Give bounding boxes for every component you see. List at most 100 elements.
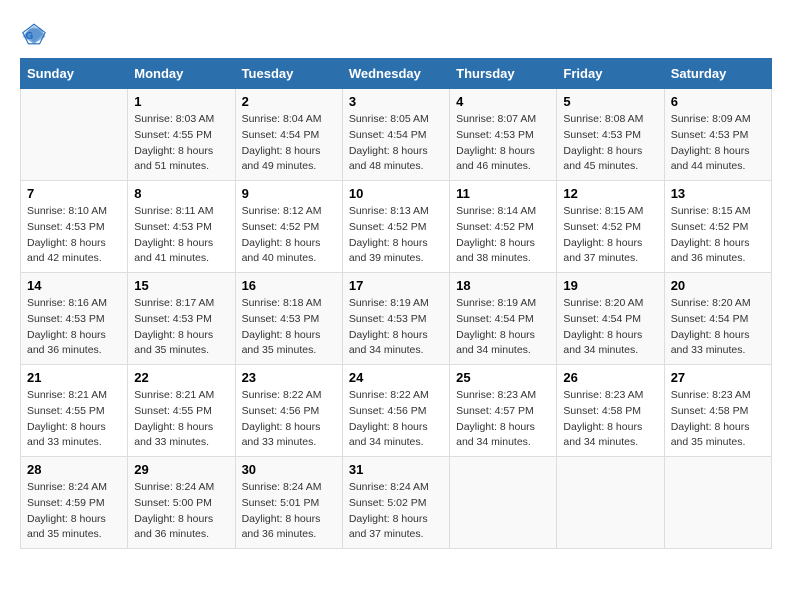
day-cell: 4 Sunrise: 8:07 AMSunset: 4:53 PMDayligh… (450, 89, 557, 181)
day-number: 17 (349, 278, 443, 293)
day-cell (557, 457, 664, 549)
header-saturday: Saturday (664, 59, 771, 89)
day-cell (21, 89, 128, 181)
week-row-3: 14 Sunrise: 8:16 AMSunset: 4:53 PMDaylig… (21, 273, 772, 365)
day-cell: 30 Sunrise: 8:24 AMSunset: 5:01 PMDaylig… (235, 457, 342, 549)
day-number: 3 (349, 94, 443, 109)
day-cell: 23 Sunrise: 8:22 AMSunset: 4:56 PMDaylig… (235, 365, 342, 457)
day-cell: 2 Sunrise: 8:04 AMSunset: 4:54 PMDayligh… (235, 89, 342, 181)
day-info: Sunrise: 8:21 AMSunset: 4:55 PMDaylight:… (27, 388, 121, 451)
day-cell: 14 Sunrise: 8:16 AMSunset: 4:53 PMDaylig… (21, 273, 128, 365)
page-header: G (20, 20, 772, 48)
day-number: 1 (134, 94, 228, 109)
header-friday: Friday (557, 59, 664, 89)
day-info: Sunrise: 8:22 AMSunset: 4:56 PMDaylight:… (242, 388, 336, 451)
day-info: Sunrise: 8:15 AMSunset: 4:52 PMDaylight:… (563, 204, 657, 267)
day-cell: 6 Sunrise: 8:09 AMSunset: 4:53 PMDayligh… (664, 89, 771, 181)
day-cell: 8 Sunrise: 8:11 AMSunset: 4:53 PMDayligh… (128, 181, 235, 273)
day-number: 20 (671, 278, 765, 293)
logo: G (20, 20, 52, 48)
day-info: Sunrise: 8:19 AMSunset: 4:54 PMDaylight:… (456, 296, 550, 359)
logo-icon: G (20, 20, 48, 48)
day-info: Sunrise: 8:12 AMSunset: 4:52 PMDaylight:… (242, 204, 336, 267)
day-info: Sunrise: 8:17 AMSunset: 4:53 PMDaylight:… (134, 296, 228, 359)
day-info: Sunrise: 8:05 AMSunset: 4:54 PMDaylight:… (349, 112, 443, 175)
day-number: 5 (563, 94, 657, 109)
day-cell: 27 Sunrise: 8:23 AMSunset: 4:58 PMDaylig… (664, 365, 771, 457)
day-info: Sunrise: 8:23 AMSunset: 4:58 PMDaylight:… (671, 388, 765, 451)
day-cell (664, 457, 771, 549)
day-info: Sunrise: 8:18 AMSunset: 4:53 PMDaylight:… (242, 296, 336, 359)
day-cell: 3 Sunrise: 8:05 AMSunset: 4:54 PMDayligh… (342, 89, 449, 181)
day-cell: 20 Sunrise: 8:20 AMSunset: 4:54 PMDaylig… (664, 273, 771, 365)
day-info: Sunrise: 8:24 AMSunset: 5:02 PMDaylight:… (349, 480, 443, 543)
day-info: Sunrise: 8:14 AMSunset: 4:52 PMDaylight:… (456, 204, 550, 267)
day-cell: 9 Sunrise: 8:12 AMSunset: 4:52 PMDayligh… (235, 181, 342, 273)
day-info: Sunrise: 8:15 AMSunset: 4:52 PMDaylight:… (671, 204, 765, 267)
day-info: Sunrise: 8:11 AMSunset: 4:53 PMDaylight:… (134, 204, 228, 267)
day-cell: 26 Sunrise: 8:23 AMSunset: 4:58 PMDaylig… (557, 365, 664, 457)
day-number: 28 (27, 462, 121, 477)
day-number: 2 (242, 94, 336, 109)
day-cell: 10 Sunrise: 8:13 AMSunset: 4:52 PMDaylig… (342, 181, 449, 273)
day-cell: 31 Sunrise: 8:24 AMSunset: 5:02 PMDaylig… (342, 457, 449, 549)
day-number: 25 (456, 370, 550, 385)
day-info: Sunrise: 8:04 AMSunset: 4:54 PMDaylight:… (242, 112, 336, 175)
day-cell: 5 Sunrise: 8:08 AMSunset: 4:53 PMDayligh… (557, 89, 664, 181)
day-number: 18 (456, 278, 550, 293)
day-info: Sunrise: 8:23 AMSunset: 4:58 PMDaylight:… (563, 388, 657, 451)
day-number: 21 (27, 370, 121, 385)
header-tuesday: Tuesday (235, 59, 342, 89)
day-info: Sunrise: 8:20 AMSunset: 4:54 PMDaylight:… (671, 296, 765, 359)
day-cell: 24 Sunrise: 8:22 AMSunset: 4:56 PMDaylig… (342, 365, 449, 457)
day-number: 8 (134, 186, 228, 201)
day-number: 23 (242, 370, 336, 385)
day-number: 30 (242, 462, 336, 477)
day-cell: 16 Sunrise: 8:18 AMSunset: 4:53 PMDaylig… (235, 273, 342, 365)
day-number: 24 (349, 370, 443, 385)
day-info: Sunrise: 8:13 AMSunset: 4:52 PMDaylight:… (349, 204, 443, 267)
day-number: 31 (349, 462, 443, 477)
day-number: 9 (242, 186, 336, 201)
day-cell: 7 Sunrise: 8:10 AMSunset: 4:53 PMDayligh… (21, 181, 128, 273)
day-number: 12 (563, 186, 657, 201)
day-number: 16 (242, 278, 336, 293)
header-thursday: Thursday (450, 59, 557, 89)
day-info: Sunrise: 8:24 AMSunset: 4:59 PMDaylight:… (27, 480, 121, 543)
day-cell: 15 Sunrise: 8:17 AMSunset: 4:53 PMDaylig… (128, 273, 235, 365)
day-number: 29 (134, 462, 228, 477)
day-cell: 17 Sunrise: 8:19 AMSunset: 4:53 PMDaylig… (342, 273, 449, 365)
calendar-table: SundayMondayTuesdayWednesdayThursdayFrid… (20, 58, 772, 549)
day-cell: 25 Sunrise: 8:23 AMSunset: 4:57 PMDaylig… (450, 365, 557, 457)
day-number: 22 (134, 370, 228, 385)
day-info: Sunrise: 8:24 AMSunset: 5:01 PMDaylight:… (242, 480, 336, 543)
svg-text:G: G (26, 31, 34, 42)
header-sunday: Sunday (21, 59, 128, 89)
day-number: 15 (134, 278, 228, 293)
day-cell: 12 Sunrise: 8:15 AMSunset: 4:52 PMDaylig… (557, 181, 664, 273)
day-cell: 21 Sunrise: 8:21 AMSunset: 4:55 PMDaylig… (21, 365, 128, 457)
day-info: Sunrise: 8:24 AMSunset: 5:00 PMDaylight:… (134, 480, 228, 543)
day-info: Sunrise: 8:21 AMSunset: 4:55 PMDaylight:… (134, 388, 228, 451)
day-cell: 22 Sunrise: 8:21 AMSunset: 4:55 PMDaylig… (128, 365, 235, 457)
day-info: Sunrise: 8:10 AMSunset: 4:53 PMDaylight:… (27, 204, 121, 267)
day-number: 11 (456, 186, 550, 201)
day-info: Sunrise: 8:20 AMSunset: 4:54 PMDaylight:… (563, 296, 657, 359)
day-cell: 11 Sunrise: 8:14 AMSunset: 4:52 PMDaylig… (450, 181, 557, 273)
calendar-header-row: SundayMondayTuesdayWednesdayThursdayFrid… (21, 59, 772, 89)
week-row-2: 7 Sunrise: 8:10 AMSunset: 4:53 PMDayligh… (21, 181, 772, 273)
day-cell: 19 Sunrise: 8:20 AMSunset: 4:54 PMDaylig… (557, 273, 664, 365)
week-row-4: 21 Sunrise: 8:21 AMSunset: 4:55 PMDaylig… (21, 365, 772, 457)
day-cell: 1 Sunrise: 8:03 AMSunset: 4:55 PMDayligh… (128, 89, 235, 181)
day-number: 26 (563, 370, 657, 385)
day-info: Sunrise: 8:16 AMSunset: 4:53 PMDaylight:… (27, 296, 121, 359)
week-row-5: 28 Sunrise: 8:24 AMSunset: 4:59 PMDaylig… (21, 457, 772, 549)
day-info: Sunrise: 8:09 AMSunset: 4:53 PMDaylight:… (671, 112, 765, 175)
day-number: 7 (27, 186, 121, 201)
day-number: 19 (563, 278, 657, 293)
day-cell: 28 Sunrise: 8:24 AMSunset: 4:59 PMDaylig… (21, 457, 128, 549)
day-info: Sunrise: 8:22 AMSunset: 4:56 PMDaylight:… (349, 388, 443, 451)
day-number: 27 (671, 370, 765, 385)
day-info: Sunrise: 8:23 AMSunset: 4:57 PMDaylight:… (456, 388, 550, 451)
day-cell: 18 Sunrise: 8:19 AMSunset: 4:54 PMDaylig… (450, 273, 557, 365)
